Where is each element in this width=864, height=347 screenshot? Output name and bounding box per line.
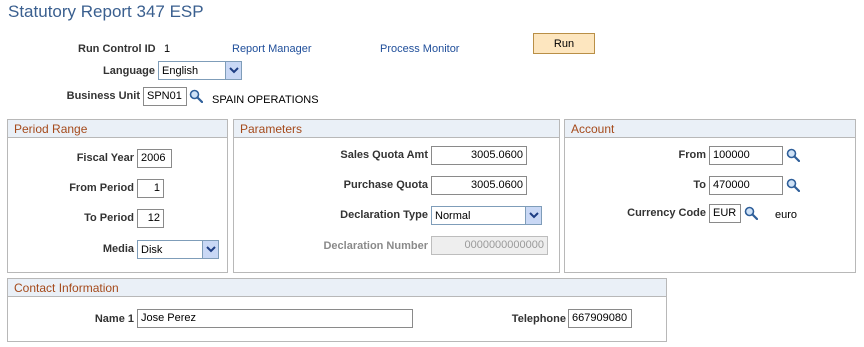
run-control-label: Run Control ID	[78, 43, 156, 55]
currency-lookup-icon[interactable]	[744, 206, 758, 220]
declaration-number-input: 0000000000000	[431, 236, 548, 255]
name-1-input[interactable]: Jose Perez	[137, 309, 413, 328]
fiscal-year-input[interactable]: 2006	[137, 149, 172, 168]
business-unit-description: SPAIN OPERATIONS	[212, 94, 319, 106]
account-from-input[interactable]: 100000	[709, 146, 783, 165]
declaration-number-label: Declaration Number	[323, 240, 428, 252]
period-range-title: Period Range	[8, 120, 227, 138]
account-from-label: From	[678, 149, 707, 161]
contact-information-title: Contact Information	[8, 279, 666, 297]
business-unit-label: Business Unit	[66, 90, 140, 102]
account-to-input[interactable]: 470000	[709, 176, 783, 195]
account-to-label: To	[693, 179, 706, 191]
declaration-type-value: Normal	[435, 209, 471, 222]
declaration-type-label: Declaration Type	[340, 209, 428, 221]
telephone-input[interactable]: 667909080	[568, 309, 632, 328]
report-manager-link[interactable]: Report Manager	[232, 43, 312, 55]
telephone-label: Telephone	[511, 313, 566, 325]
media-select[interactable]: Disk	[137, 240, 219, 259]
chevron-down-icon	[202, 241, 218, 258]
parameters-title: Parameters	[234, 120, 559, 138]
purchase-quota-label: Purchase Quota	[343, 179, 428, 191]
sales-quota-label: Sales Quota Amt	[340, 149, 428, 161]
fiscal-year-label: Fiscal Year	[76, 152, 134, 164]
currency-description: euro	[775, 209, 798, 221]
business-unit-lookup-icon[interactable]	[189, 89, 203, 103]
sales-quota-input[interactable]: 3005.0600	[431, 146, 527, 165]
run-control-value: 1	[164, 43, 171, 55]
account-to-lookup-icon[interactable]	[786, 178, 800, 192]
media-label: Media	[102, 243, 134, 255]
from-period-input[interactable]: 1	[137, 179, 164, 198]
media-value: Disk	[141, 243, 163, 256]
from-period-label: From Period	[69, 182, 134, 194]
currency-code-input[interactable]: EUR	[709, 204, 741, 223]
chevron-down-icon	[225, 62, 241, 79]
language-select[interactable]: English	[158, 61, 242, 80]
to-period-label: To Period	[84, 212, 134, 224]
name-1-label: Name 1	[94, 313, 134, 325]
declaration-type-select[interactable]: Normal	[431, 206, 542, 225]
currency-code-label: Currency Code	[627, 207, 706, 219]
account-from-lookup-icon[interactable]	[786, 148, 800, 162]
language-value: English	[162, 64, 199, 77]
chevron-down-icon	[525, 207, 541, 224]
language-label: Language	[103, 65, 155, 77]
to-period-input[interactable]: 12	[137, 209, 164, 228]
purchase-quota-input[interactable]: 3005.0600	[431, 176, 527, 195]
run-button[interactable]: Run	[533, 33, 595, 54]
page-title: Statutory Report 347 ESP	[8, 2, 204, 21]
account-title: Account	[565, 120, 855, 138]
process-monitor-link[interactable]: Process Monitor	[380, 43, 459, 55]
account-group: Account	[564, 119, 856, 273]
business-unit-input[interactable]: SPN01	[143, 87, 187, 106]
